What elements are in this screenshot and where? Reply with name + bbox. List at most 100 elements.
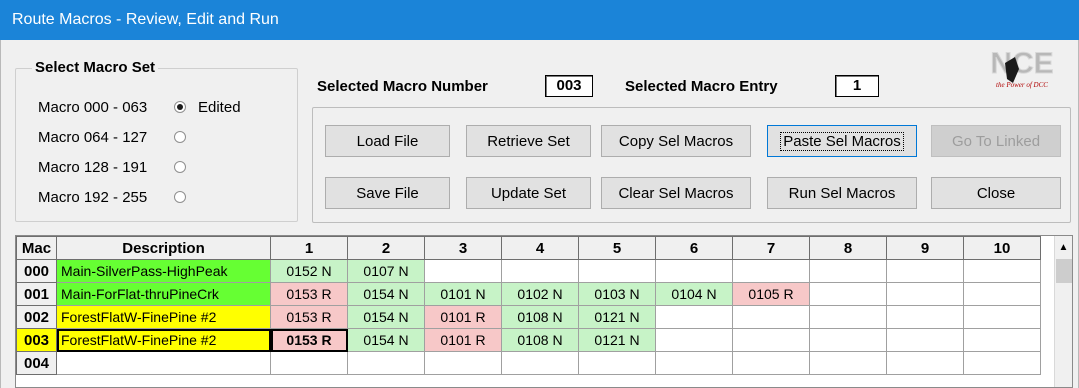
mac-number-cell[interactable]: 004 [16,351,57,375]
clear-sel-macros-button[interactable]: Clear Sel Macros [601,177,751,209]
macro-entry-cell[interactable]: 0108 N [501,328,579,352]
load-file-button[interactable]: Load File [325,125,450,157]
window-title: Route Macros - Review, Edit and Run [12,11,279,28]
scroll-up-arrow-icon[interactable]: ▲ [1055,236,1072,259]
macro-entry-cell[interactable] [424,259,502,283]
macro-entry-cell[interactable]: 0154 N [347,328,425,352]
macro-row[interactable]: 001 Main-ForFlat-thruPineCrk 0153 R 0154 N0… [16,282,1041,306]
macro-grid[interactable]: Mac Description 1 2 3 4 5 6 7 8 9 10 000 Main-Silver… [15,235,1073,388]
description-cell[interactable]: ForestFlatW-FinePine #2 [56,328,271,352]
macro-entry-cell[interactable]: 0101 R [424,305,502,329]
mac-number-cell[interactable]: 001 [16,282,57,306]
macro-entry-cell[interactable]: 0107 N [347,259,425,283]
macro-entry-cell[interactable] [655,305,733,329]
description-cell[interactable]: Main-SilverPass-HighPeak [56,259,271,283]
radio-button[interactable] [174,161,186,173]
macro-entry-cell[interactable] [732,351,810,375]
macro-set-option-label: Macro 000 - 063 [38,98,148,116]
macro-row[interactable]: 000 Main-SilverPass-HighPeak 0152 N 0107 N [16,259,1041,283]
macro-entry-cell[interactable] [963,328,1041,352]
macro-entry-cell[interactable] [963,282,1041,306]
selected-macro-number-field[interactable]: 003 [545,75,593,97]
macro-entry-cell[interactable] [424,351,502,375]
macro-entry-cell[interactable] [578,351,656,375]
description-cell[interactable]: Main-ForFlat-thruPineCrk [56,282,271,306]
macro-entry-cell[interactable] [732,328,810,352]
macro-entry-cell[interactable] [655,351,733,375]
retrieve-set-button[interactable]: Retrieve Set [466,125,591,157]
macro-table: Mac Description 1 2 3 4 5 6 7 8 9 10 000 Main-Silver… [16,236,1041,375]
column-header: 7 [732,236,810,260]
macro-entry-cell[interactable] [963,351,1041,375]
description-cell[interactable]: ForestFlatW-FinePine #2 [56,305,271,329]
radio-button[interactable] [174,191,186,203]
macro-entry-cell[interactable] [886,305,964,329]
close-button[interactable]: Close [931,177,1061,209]
macro-entry-cell[interactable] [578,259,656,283]
macro-entry-cell[interactable]: 0153 R [270,328,348,352]
mac-number-cell[interactable]: 000 [16,259,57,283]
selected-macro-entry-field[interactable]: 1 [835,75,879,97]
radio-button[interactable] [174,131,186,143]
macro-entry-cell[interactable]: 0154 N [347,305,425,329]
macro-entry-cell[interactable]: 0108 N [501,305,579,329]
copy-sel-macros-button[interactable]: Copy Sel Macros [601,125,751,157]
radio-button[interactable] [174,101,186,113]
macro-entry-cell[interactable]: 0154 N [347,282,425,306]
macro-entry-cell[interactable]: 0152 N [270,259,348,283]
macro-entry-cell[interactable]: 0104 N [655,282,733,306]
macro-entry-cell[interactable] [732,305,810,329]
macro-entry-cell[interactable]: 0101 N [424,282,502,306]
description-cell[interactable] [56,351,271,375]
column-header: Description [56,236,271,260]
macro-set-option[interactable]: Macro 000 - 063 Edited [38,97,241,117]
go-to-linked-label: Go To Linked [951,132,1041,150]
macro-entry-cell[interactable]: 0102 N [501,282,579,306]
macro-entry-cell[interactable] [809,282,887,306]
nce-logo: NCE the Power of DCC [979,43,1065,93]
macro-entry-cell[interactable]: 0121 N [578,328,656,352]
macro-set-option-label: Macro 192 - 255 [38,188,148,206]
save-file-button[interactable]: Save File [325,177,450,209]
macro-entry-cell[interactable] [809,351,887,375]
macro-entry-cell[interactable]: 0153 R [270,282,348,306]
macro-entry-cell[interactable] [963,259,1041,283]
macro-entry-cell[interactable] [501,259,579,283]
macro-entry-cell[interactable]: 0103 N [578,282,656,306]
macro-entry-cell[interactable] [886,351,964,375]
run-sel-macros-button[interactable]: Run Sel Macros [767,177,917,209]
macro-set-option[interactable]: Macro 192 - 255 [38,187,186,207]
macro-entry-cell[interactable] [886,282,964,306]
macro-entry-cell[interactable] [886,328,964,352]
macro-entry-cell[interactable] [809,305,887,329]
scroll-thumb[interactable] [1056,259,1072,283]
macro-row[interactable]: 003 ForestFlatW-FinePine #2 0153 R 0154 N 01… [16,328,1041,352]
column-header: 9 [886,236,964,260]
paste-sel-macros-button[interactable]: Paste Sel Macros [767,125,917,157]
update-set-button[interactable]: Update Set [466,177,591,209]
macro-entry-cell[interactable] [501,351,579,375]
go-to-linked-button[interactable]: Go To Linked [931,125,1061,157]
macro-entry-cell[interactable]: 0105 R [732,282,810,306]
macro-set-option[interactable]: Macro 128 - 191 [38,157,186,177]
vertical-scrollbar[interactable]: ▲ [1054,236,1072,387]
mac-number-cell[interactable]: 003 [16,328,57,352]
macro-entry-cell[interactable] [886,259,964,283]
macro-entry-cell[interactable]: 0153 R [270,305,348,329]
macro-entry-cell[interactable] [655,259,733,283]
macro-entry-cell[interactable]: 0101 R [424,328,502,352]
mac-number-cell[interactable]: 002 [16,305,57,329]
macro-entry-cell[interactable] [809,259,887,283]
macro-entry-cell[interactable] [809,328,887,352]
macro-entry-cell[interactable] [347,351,425,375]
macro-entry-cell[interactable] [655,328,733,352]
macro-set-option[interactable]: Macro 064 - 127 [38,127,186,147]
macro-row[interactable]: 004 [16,351,1041,375]
macro-entry-cell[interactable] [963,305,1041,329]
column-header: 3 [424,236,502,260]
macro-entry-cell[interactable] [732,259,810,283]
macro-entry-cell[interactable]: 0121 N [578,305,656,329]
macro-row[interactable]: 002 ForestFlatW-FinePine #2 0153 R 0154 N 01… [16,305,1041,329]
macro-entry-cell[interactable] [270,351,348,375]
route-macros-window: Select Macro Set Macro 000 - 063 Edited Ma… [0,40,1079,388]
